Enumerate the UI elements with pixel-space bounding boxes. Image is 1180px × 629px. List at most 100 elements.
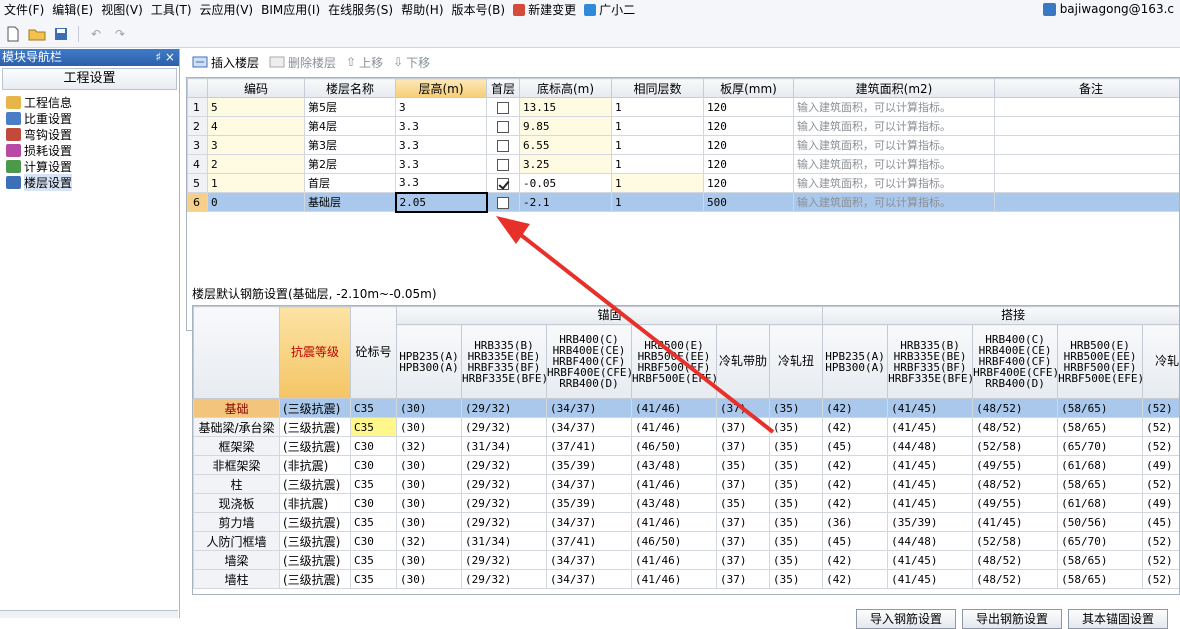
redo-icon[interactable]: ↷ — [111, 25, 129, 43]
anchor-length-cell[interactable]: (31/34) — [462, 532, 547, 551]
first-floor-checkbox[interactable] — [497, 197, 509, 209]
anchor-length-cell[interactable]: (46/50) — [632, 437, 717, 456]
user-account[interactable]: bajiwagong@163.c — [1043, 2, 1174, 16]
row-number[interactable]: 2 — [188, 117, 208, 136]
lap-length-cell[interactable]: (42) — [823, 456, 888, 475]
seismic-grade-cell[interactable]: (三级抗震) — [280, 475, 351, 494]
anchor-length-cell[interactable]: (41/46) — [632, 513, 717, 532]
building-area-cell[interactable]: 输入建筑面积，可以计算指标。 — [794, 174, 995, 193]
row-number[interactable]: 6 — [188, 193, 208, 212]
nav-section-header[interactable]: 工程设置 — [2, 68, 177, 90]
anchor-length-cell[interactable]: (37) — [717, 399, 770, 418]
lap-length-cell[interactable]: (42) — [823, 418, 888, 437]
anchor-length-cell[interactable]: (34/37) — [547, 418, 632, 437]
lap-length-cell[interactable]: (36) — [823, 513, 888, 532]
concrete-grade-cell[interactable]: C35 — [351, 513, 397, 532]
lap-length-cell[interactable]: (52/58) — [973, 532, 1058, 551]
slab-thickness-cell[interactable]: 120 — [704, 155, 794, 174]
floor-name-cell[interactable]: 第3层 — [305, 136, 396, 155]
anchor-length-cell[interactable]: (32) — [397, 532, 462, 551]
lap-length-cell[interactable]: (35/39) — [888, 513, 973, 532]
building-area-cell[interactable]: 输入建筑面积，可以计算指标。 — [794, 155, 995, 174]
floor-height-cell[interactable]: 3.3 — [396, 136, 487, 155]
menu-item-1[interactable]: 编辑(E) — [48, 0, 97, 20]
seismic-grade-cell[interactable]: (三级抗震) — [280, 551, 351, 570]
anchor-length-cell[interactable]: (35) — [770, 475, 823, 494]
lap-length-cell[interactable]: (41/45) — [888, 551, 973, 570]
first-floor-checkbox[interactable] — [497, 121, 509, 133]
building-area-cell[interactable]: 输入建筑面积，可以计算指标。 — [794, 98, 995, 117]
move-up-button[interactable]: ⇧上移 — [346, 54, 383, 71]
menu-item-9[interactable]: 新建变更 — [509, 0, 580, 20]
remarks-cell[interactable] — [995, 174, 1180, 193]
anchor-col-header[interactable]: HRB335(B) HRB335E(BE) HRBF335(BF) HRBF33… — [462, 325, 547, 399]
lap-length-cell[interactable]: (48/52) — [973, 551, 1058, 570]
anchor-col-header[interactable]: HRB400(C) HRB400E(CE) HRBF400(CF) HRBF40… — [547, 325, 632, 399]
lap-length-cell[interactable]: (52) — [1143, 418, 1180, 437]
lap-length-cell[interactable]: (41/45) — [888, 456, 973, 475]
concrete-grade-cell[interactable]: C35 — [351, 399, 397, 418]
rebar-row[interactable]: 非框架梁(非抗震)C30(30)(29/32)(35/39)(43/48)(35… — [194, 456, 1180, 475]
anchor-length-cell[interactable]: (37) — [717, 475, 770, 494]
anchor-length-cell[interactable]: (29/32) — [462, 570, 547, 589]
floor-col-header[interactable]: 楼层名称 — [305, 79, 396, 98]
lap-length-cell[interactable]: (48/52) — [973, 418, 1058, 437]
floor-row[interactable]: 24第4层3.39.851120输入建筑面积，可以计算指标。 — [188, 117, 1180, 136]
building-area-cell[interactable]: 输入建筑面积，可以计算指标。 — [794, 193, 995, 212]
anchor-length-cell[interactable]: (41/46) — [632, 399, 717, 418]
menu-item-3[interactable]: 工具(T) — [147, 0, 196, 20]
component-label[interactable]: 柱 — [194, 475, 280, 494]
lap-length-cell[interactable]: (52) — [1143, 437, 1180, 456]
anchor-length-cell[interactable]: (46/50) — [632, 532, 717, 551]
component-label[interactable]: 框架梁 — [194, 437, 280, 456]
anchor-length-cell[interactable]: (35) — [770, 551, 823, 570]
anchor-length-cell[interactable]: (37) — [717, 513, 770, 532]
lap-length-cell[interactable]: (45) — [823, 437, 888, 456]
remarks-cell[interactable] — [995, 98, 1180, 117]
lap-length-cell[interactable]: (52) — [1143, 551, 1180, 570]
remarks-cell[interactable] — [995, 117, 1180, 136]
lap-length-cell[interactable]: (52) — [1143, 399, 1180, 418]
same-floor-count-cell[interactable]: 1 — [612, 136, 704, 155]
floor-name-cell[interactable]: 第2层 — [305, 155, 396, 174]
rebar-row[interactable]: 人防门框墙(三级抗震)C30(32)(31/34)(37/41)(46/50)(… — [194, 532, 1180, 551]
anchor-length-cell[interactable]: (34/37) — [547, 513, 632, 532]
anchor-length-cell[interactable]: (43/48) — [632, 456, 717, 475]
rebar-row[interactable]: 墙柱(三级抗震)C35(30)(29/32)(34/37)(41/46)(37)… — [194, 570, 1180, 589]
anchor-col-header[interactable]: HPB235(A) HPB300(A) — [397, 325, 462, 399]
floor-code-cell[interactable]: 1 — [208, 174, 305, 193]
floor-height-cell[interactable]: 3.3 — [396, 117, 487, 136]
first-floor-checkbox[interactable] — [497, 178, 509, 190]
bottom-elevation-cell[interactable]: 13.15 — [520, 98, 612, 117]
concrete-grade-cell[interactable]: C35 — [351, 570, 397, 589]
rebar-row[interactable]: 基础梁/承台梁(三级抗震)C35(30)(29/32)(34/37)(41/46… — [194, 418, 1180, 437]
save-icon[interactable] — [52, 25, 70, 43]
lap-col-header[interactable]: HPB235(A) HPB300(A) — [823, 325, 888, 399]
concrete-grade-cell[interactable]: C35 — [351, 475, 397, 494]
anchor-length-cell[interactable]: (30) — [397, 418, 462, 437]
open-folder-icon[interactable] — [28, 25, 46, 43]
lap-length-cell[interactable]: (50/56) — [1058, 513, 1143, 532]
first-floor-cell[interactable] — [487, 174, 520, 193]
anchor-length-cell[interactable]: (41/46) — [632, 475, 717, 494]
lap-length-cell[interactable]: (48/52) — [973, 399, 1058, 418]
lap-length-cell[interactable]: (41/45) — [888, 494, 973, 513]
anchor-length-cell[interactable]: (37) — [717, 437, 770, 456]
floor-height-cell[interactable]: 2.05 — [396, 193, 487, 212]
anchor-length-cell[interactable]: (37) — [717, 551, 770, 570]
anchor-length-cell[interactable]: (35) — [770, 399, 823, 418]
concrete-grade-cell[interactable]: C35 — [351, 418, 397, 437]
first-floor-checkbox[interactable] — [497, 159, 509, 171]
rebar-row[interactable]: 框架梁(三级抗震)C30(32)(31/34)(37/41)(46/50)(37… — [194, 437, 1180, 456]
menu-item-4[interactable]: 云应用(V) — [196, 0, 258, 20]
bottom-elevation-cell[interactable]: 3.25 — [520, 155, 612, 174]
lap-length-cell[interactable]: (58/65) — [1058, 551, 1143, 570]
lap-length-cell[interactable]: (58/65) — [1058, 570, 1143, 589]
rebar-row[interactable]: 墙梁(三级抗震)C35(30)(29/32)(34/37)(41/46)(37)… — [194, 551, 1180, 570]
lap-length-cell[interactable]: (49/55) — [973, 456, 1058, 475]
same-floor-count-cell[interactable]: 1 — [612, 193, 704, 212]
component-label[interactable]: 基础梁/承台梁 — [194, 418, 280, 437]
floor-col-header[interactable]: 层高(m) — [396, 79, 487, 98]
lap-length-cell[interactable]: (44/48) — [888, 437, 973, 456]
lap-length-cell[interactable]: (52) — [1143, 570, 1180, 589]
